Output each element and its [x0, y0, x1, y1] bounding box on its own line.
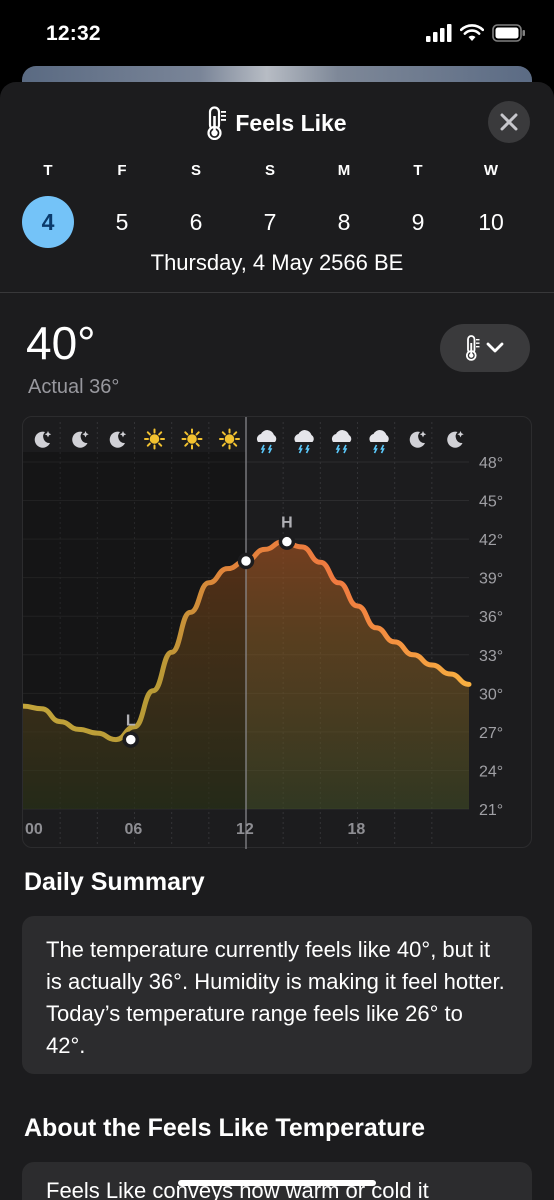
- feels-like-value: 40°: [26, 317, 96, 369]
- day-wednesday-10[interactable]: W 10: [461, 162, 521, 248]
- day-number: 7: [263, 209, 277, 235]
- chevron-down-icon: [486, 342, 504, 353]
- day-number-selected: 4: [22, 196, 74, 248]
- moon-icon: [109, 431, 127, 448]
- thermometer-icon: [466, 335, 480, 361]
- day-number: 10: [478, 209, 504, 235]
- x-tick-label: 06: [125, 821, 143, 838]
- low-label: L: [126, 713, 136, 730]
- day-number: 5: [115, 209, 129, 235]
- y-tick-label: 48°: [479, 455, 503, 472]
- day-letter: T: [413, 162, 423, 179]
- wifi-icon: [460, 24, 484, 41]
- metric-selector-button[interactable]: [440, 324, 530, 372]
- y-tick-label: 36°: [479, 609, 503, 626]
- battery-icon: [492, 24, 525, 42]
- y-tick-label: 42°: [479, 532, 503, 549]
- status-icons: [426, 24, 526, 42]
- y-tick-label: 39°: [479, 571, 503, 588]
- feels-like-sheet: Feels Like T 4 F 5 S 6 S 7 M 8 T 9 W 10 …: [0, 82, 554, 1200]
- day-letter: M: [337, 162, 351, 179]
- moon-icon: [72, 431, 89, 448]
- day-friday-5[interactable]: F 5: [92, 162, 152, 248]
- day-thursday-4[interactable]: T 4: [18, 162, 78, 248]
- y-tick-label: 30°: [479, 686, 503, 703]
- status-time: 12:32: [46, 22, 101, 45]
- sun-icon: [181, 428, 203, 450]
- daily-summary-title: Daily Summary: [24, 868, 205, 896]
- signal-icon: [426, 24, 452, 42]
- moon-icon: [409, 431, 427, 448]
- about-feels-like-title: About the Feels Like Temperature: [24, 1114, 426, 1142]
- y-tick-label: 21°: [479, 802, 503, 819]
- low-point-marker: [122, 731, 140, 748]
- sheet-header: Feels Like: [0, 82, 554, 162]
- current-point-marker: [237, 552, 255, 570]
- thermometer-icon: [207, 106, 227, 140]
- daily-summary-text: The temperature currently feels like 40°…: [46, 937, 505, 1058]
- selected-date-label: Thursday, 4 May 2566 BE: [150, 250, 404, 275]
- day-saturday-6[interactable]: S 6: [166, 162, 226, 248]
- day-letter: S: [190, 162, 201, 179]
- moon-icon: [34, 431, 52, 448]
- home-indicator[interactable]: [178, 1180, 376, 1186]
- day-letter: W: [483, 162, 499, 179]
- thunderstorm-icon: [331, 430, 352, 454]
- thunderstorm-icon: [294, 430, 314, 454]
- high-label: H: [281, 515, 293, 532]
- divider: [0, 292, 554, 293]
- y-tick-label: 33°: [479, 648, 503, 665]
- x-tick-label: 12: [236, 821, 254, 838]
- thunderstorm-icon: [256, 430, 277, 454]
- day-letter: T: [43, 162, 53, 179]
- x-tick-label: 00: [25, 821, 43, 838]
- moon-icon: [447, 431, 464, 448]
- feels-like-chart[interactable]: L H 48° 45° 42° 39° 36° 33° 30° 27° 24° 21° 00 06 12 18: [22, 416, 532, 849]
- status-bar: 12:32: [0, 0, 554, 66]
- past-shade: [23, 452, 246, 809]
- day-letter: F: [117, 162, 127, 179]
- day-number: 9: [411, 209, 425, 235]
- day-tuesday-9[interactable]: T 9: [388, 162, 448, 248]
- y-tick-label: 27°: [479, 725, 503, 742]
- high-point-marker: [278, 533, 296, 550]
- sheet-title: Feels Like: [0, 106, 554, 140]
- day-sunday-7[interactable]: S 7: [240, 162, 300, 248]
- thunderstorm-icon: [369, 430, 389, 454]
- day-number: 6: [189, 209, 203, 235]
- close-icon: [500, 113, 518, 131]
- actual-temperature: Actual 36°: [28, 376, 120, 398]
- x-tick-label: 18: [348, 821, 366, 838]
- day-monday-8[interactable]: M 8: [314, 162, 374, 248]
- day-number: 8: [337, 209, 351, 235]
- chart-svg: L H 48° 45° 42° 39° 36° 33° 30° 27° 24° 21° 00 06 12 18: [23, 417, 503, 849]
- y-tick-label: 24°: [479, 763, 503, 780]
- close-button[interactable]: [488, 101, 530, 143]
- daily-summary-card: The temperature currently feels like 40°…: [22, 916, 532, 1074]
- sun-icon: [144, 428, 165, 450]
- y-tick-label: 45°: [479, 494, 503, 511]
- sheet-title-text: Feels Like: [235, 109, 347, 136]
- sun-icon: [219, 428, 240, 450]
- day-letter: S: [264, 162, 275, 179]
